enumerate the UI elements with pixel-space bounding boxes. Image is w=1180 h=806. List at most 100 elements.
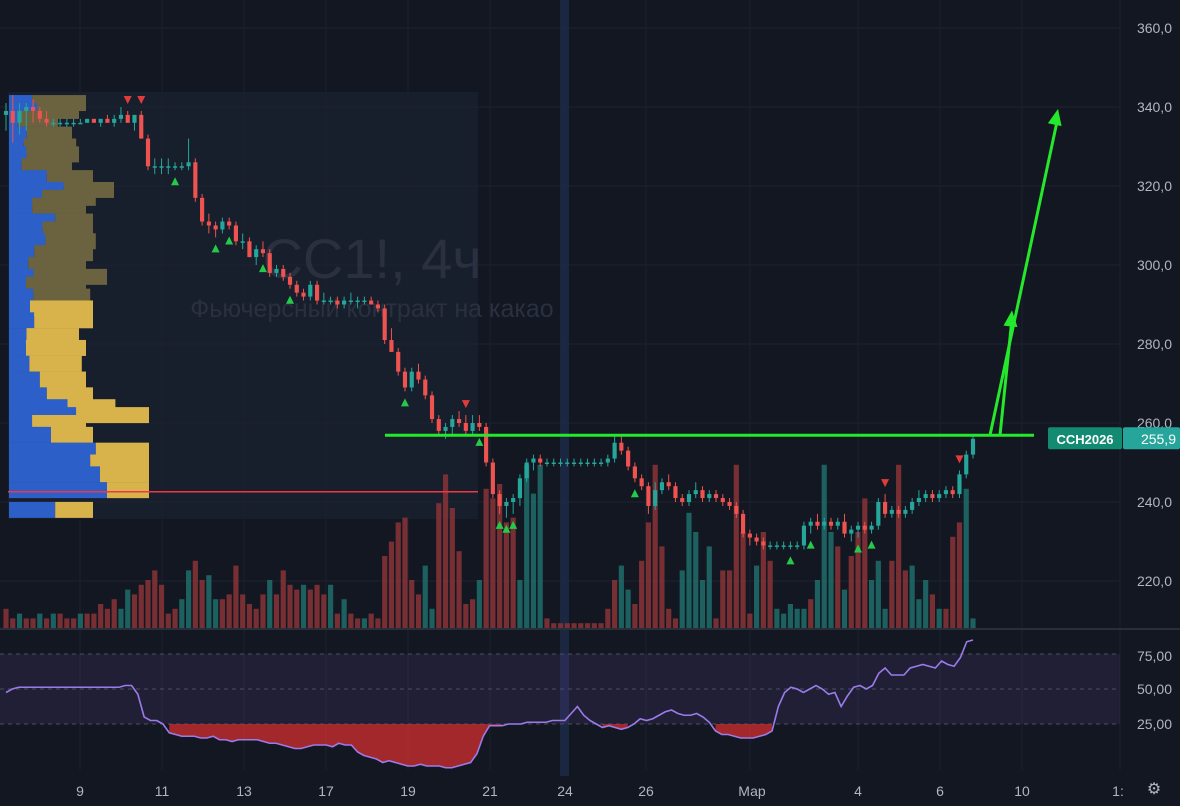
- candle-body: [159, 166, 164, 168]
- candle-body: [842, 521, 847, 534]
- candle-body: [605, 458, 610, 463]
- candle-body: [274, 268, 279, 273]
- candle-body: [855, 525, 861, 530]
- candle-body: [450, 419, 455, 427]
- volume-bar: [470, 599, 476, 628]
- volume-bar: [875, 560, 881, 628]
- rsi-tick-label: 25,00: [1137, 716, 1172, 732]
- time-tick-label: 11: [155, 783, 170, 799]
- watermark-subtitle: Фьючерсный контракт на какао: [190, 295, 553, 323]
- volume-bar: [429, 608, 435, 628]
- candle-body: [3, 110, 9, 115]
- candle-body: [287, 276, 293, 285]
- candle-body: [531, 458, 536, 463]
- time-tick-label: 17: [318, 783, 334, 799]
- volume-bar: [463, 604, 469, 628]
- candle-body: [930, 494, 935, 499]
- volume-bar: [3, 608, 9, 628]
- volume-bar: [733, 464, 739, 628]
- candle-body: [903, 509, 908, 514]
- candle-body: [680, 498, 685, 502]
- volume-bar: [672, 618, 679, 628]
- volume-bar: [625, 589, 631, 628]
- candle-body: [267, 253, 272, 273]
- volume-profile-buy: [9, 355, 30, 372]
- candle-body: [768, 545, 773, 547]
- candle-body: [869, 525, 874, 530]
- volume-bar: [666, 608, 672, 628]
- volume-bar: [794, 608, 800, 628]
- volume-bar: [118, 608, 124, 628]
- volume-bar: [936, 608, 942, 628]
- candle-body: [179, 166, 184, 168]
- volume-bar: [578, 623, 584, 628]
- candle-body: [713, 494, 719, 499]
- volume-bar: [868, 580, 875, 628]
- time-tick-label: 1:: [1112, 783, 1124, 799]
- volume-profile-buy: [9, 371, 40, 388]
- volume-bar: [781, 613, 787, 628]
- volume-bar: [950, 536, 956, 628]
- volume-bar: [591, 623, 597, 628]
- price-chart[interactable]: CC1!, 4ч Фьючерсный контракт на какао 220,…: [0, 0, 1180, 806]
- candle-body: [511, 498, 516, 502]
- volume-bar: [219, 599, 225, 628]
- candle-body: [849, 529, 854, 534]
- volume-bar: [686, 512, 692, 628]
- volume-bar: [517, 580, 523, 628]
- candle-body: [58, 122, 63, 125]
- volume-bar: [524, 464, 530, 628]
- volume-bar: [294, 589, 300, 628]
- candle-body: [727, 502, 732, 506]
- candle-body: [335, 300, 340, 305]
- candle-body: [937, 494, 942, 499]
- volume-bar: [902, 570, 908, 628]
- volume-bar: [490, 498, 496, 628]
- volume-bar: [199, 580, 205, 628]
- candle-body: [233, 225, 238, 242]
- volume-bar: [253, 608, 259, 628]
- volume-bar: [361, 618, 367, 628]
- settings-gear-icon[interactable]: ⚙: [1144, 780, 1164, 800]
- candle-body: [91, 118, 96, 123]
- volume-bar: [456, 551, 462, 628]
- candle-body: [281, 268, 286, 277]
- volume-bar: [551, 623, 557, 628]
- volume-bar: [598, 623, 604, 628]
- price-tick-label: 220,0: [1137, 573, 1172, 589]
- candle-body: [172, 166, 178, 168]
- candle-body: [815, 521, 820, 526]
- candle-body: [429, 395, 435, 420]
- volume-bar: [483, 488, 489, 628]
- candle-body: [707, 494, 712, 499]
- price-tick-label: 320,0: [1137, 178, 1172, 194]
- chart-root[interactable]: CC1!, 4ч Фьючерсный контракт на какао 220,…: [0, 0, 1180, 806]
- volume-bar: [632, 604, 638, 628]
- candle-body: [348, 300, 353, 303]
- volume-bar: [848, 556, 854, 628]
- candle-body: [598, 462, 604, 464]
- candle-body: [883, 502, 888, 514]
- candle-body: [213, 225, 218, 230]
- candle-body: [125, 114, 130, 123]
- candle-body: [923, 494, 928, 499]
- volume-bar: [179, 599, 185, 628]
- volume-bar: [23, 618, 29, 628]
- candle-body: [314, 284, 320, 301]
- volume-bar: [801, 608, 807, 628]
- volume-bar: [382, 556, 388, 628]
- volume-bar: [726, 570, 733, 628]
- volume-bar: [355, 618, 361, 628]
- volume-bar: [584, 623, 591, 628]
- volume-bar: [375, 618, 381, 628]
- candle-body: [808, 521, 813, 526]
- volume-bar: [287, 584, 293, 628]
- volume-bar: [314, 584, 320, 628]
- volume-bar: [280, 570, 286, 628]
- candle-body: [112, 118, 117, 123]
- candle-body: [490, 462, 495, 495]
- candle-body: [254, 249, 259, 258]
- last-price-tag-label: 255,9: [1141, 431, 1176, 447]
- volume-bar: [963, 488, 969, 628]
- volume-bar: [929, 594, 936, 628]
